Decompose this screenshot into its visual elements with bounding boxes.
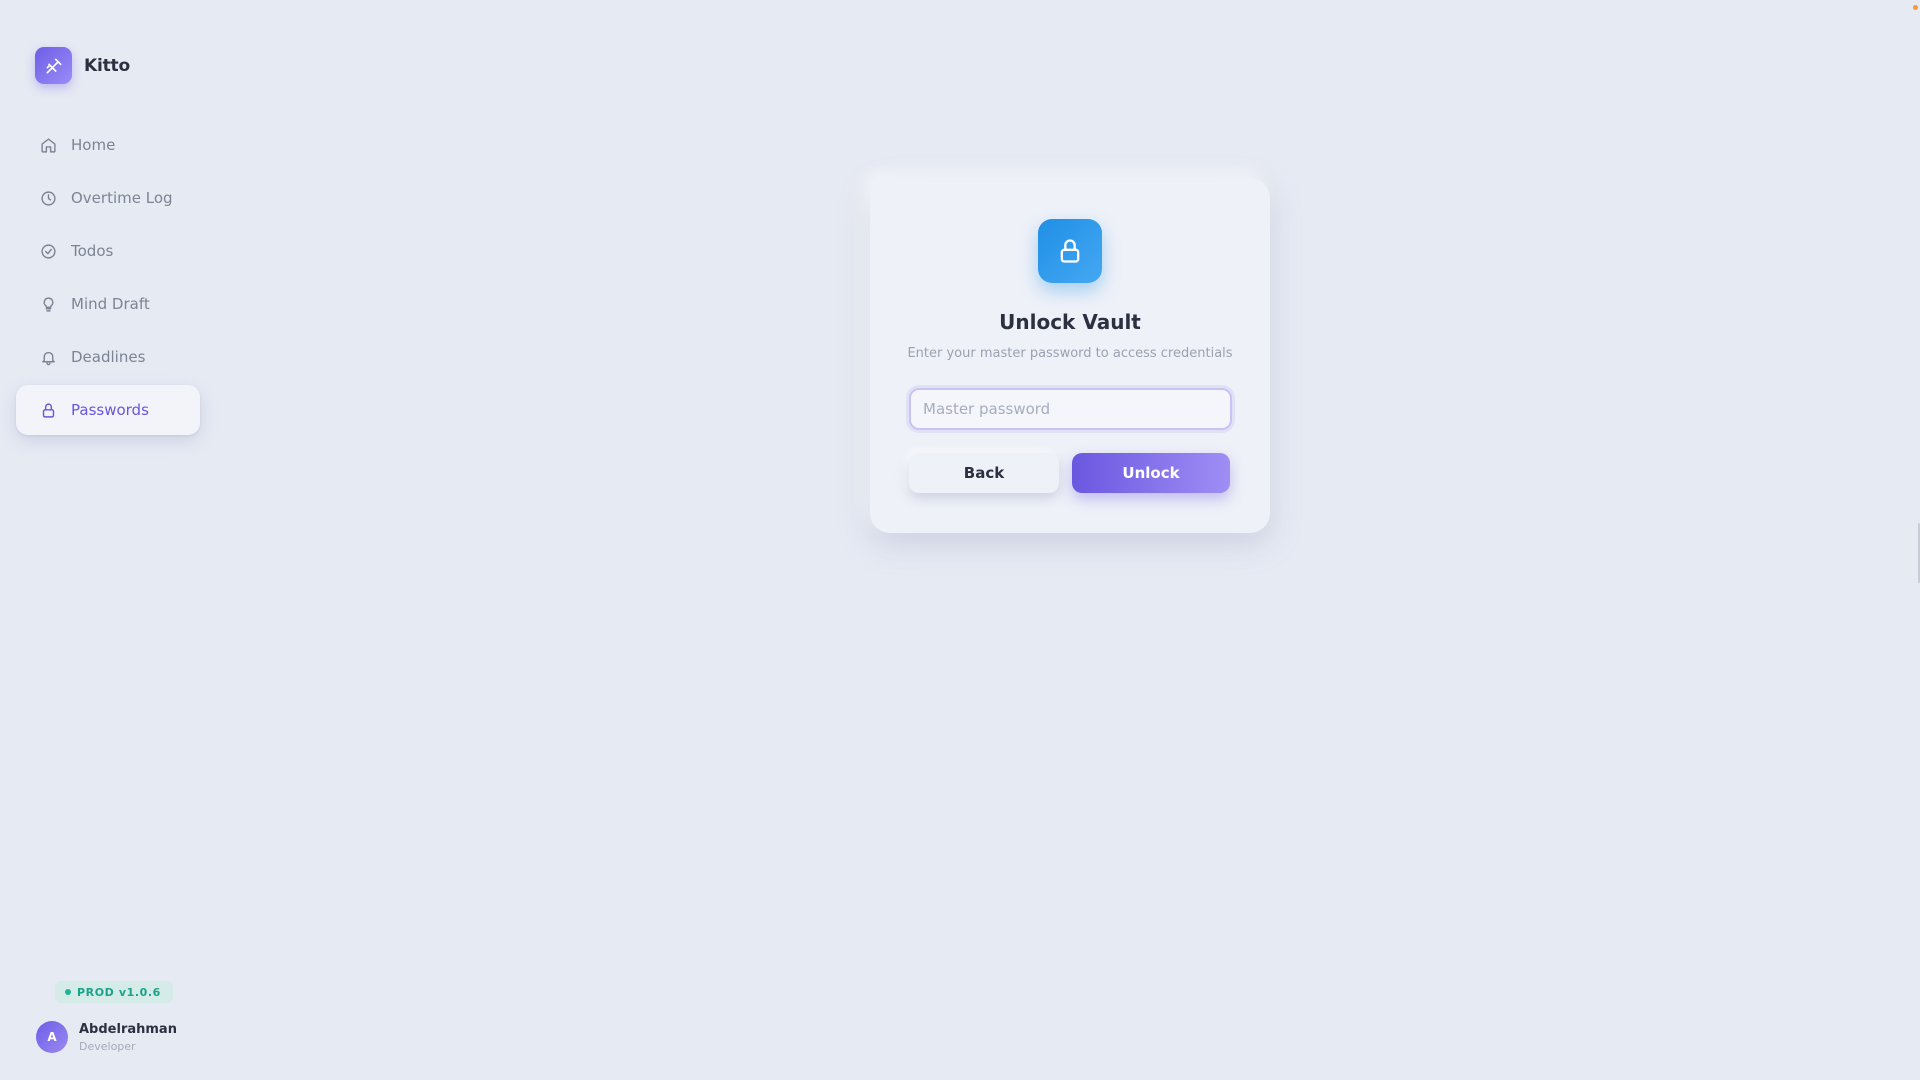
bell-icon xyxy=(42,351,55,365)
kitto-logo-icon xyxy=(35,47,72,84)
home-icon xyxy=(41,137,56,153)
status-dot-icon xyxy=(65,989,71,995)
brand[interactable]: Kitto xyxy=(35,47,130,84)
sidebar-item-label: Overtime Log xyxy=(71,189,173,207)
app-window: Kitto Home Overtime Log Todos Mind Draft xyxy=(0,0,1920,1080)
sidebar-item-label: Passwords xyxy=(71,401,149,419)
sidebar-item-todos[interactable]: Todos xyxy=(16,226,200,276)
sidebar-item-passwords[interactable]: Passwords xyxy=(16,385,200,435)
app-name: Kitto xyxy=(84,55,130,76)
vault-lock-icon xyxy=(1038,219,1102,283)
user-name: Abdelrahman xyxy=(79,1021,177,1037)
unlock-vault-card: Unlock Vault Enter your master password … xyxy=(870,178,1270,533)
card-subtitle: Enter your master password to access cre… xyxy=(907,346,1233,361)
version-badge: PROD v1.0.6 xyxy=(55,981,173,1003)
user-profile[interactable]: A Abdelrahman Developer xyxy=(36,1021,177,1053)
back-button[interactable]: Back xyxy=(909,453,1059,493)
sidebar-item-deadlines[interactable]: Deadlines xyxy=(16,332,200,382)
lock-icon xyxy=(42,402,55,418)
sidebar-item-label: Home xyxy=(71,136,116,154)
sidebar: Kitto Home Overtime Log Todos Mind Draft xyxy=(0,0,210,1080)
clock-icon xyxy=(41,190,56,206)
sidebar-item-label: Mind Draft xyxy=(71,295,150,313)
master-password-input[interactable] xyxy=(909,388,1232,430)
avatar: A xyxy=(36,1021,68,1053)
sidebar-item-mind-draft[interactable]: Mind Draft xyxy=(16,279,200,329)
sidebar-item-label: Deadlines xyxy=(71,348,146,366)
user-role: Developer xyxy=(79,1039,136,1053)
sidebar-item-overtime-log[interactable]: Overtime Log xyxy=(16,173,200,223)
sidebar-item-label: Todos xyxy=(71,242,114,260)
page-title: Unlock Vault xyxy=(999,310,1141,334)
sidebar-item-home[interactable]: Home xyxy=(16,120,200,170)
notification-dot-icon xyxy=(1913,5,1918,10)
check-circle-icon xyxy=(41,243,56,259)
unlock-button[interactable]: Unlock xyxy=(1072,453,1230,493)
sidebar-nav: Home Overtime Log Todos Mind Draft Deadl… xyxy=(16,120,200,438)
lightbulb-icon xyxy=(43,296,54,312)
version-label: PROD v1.0.6 xyxy=(77,985,161,999)
